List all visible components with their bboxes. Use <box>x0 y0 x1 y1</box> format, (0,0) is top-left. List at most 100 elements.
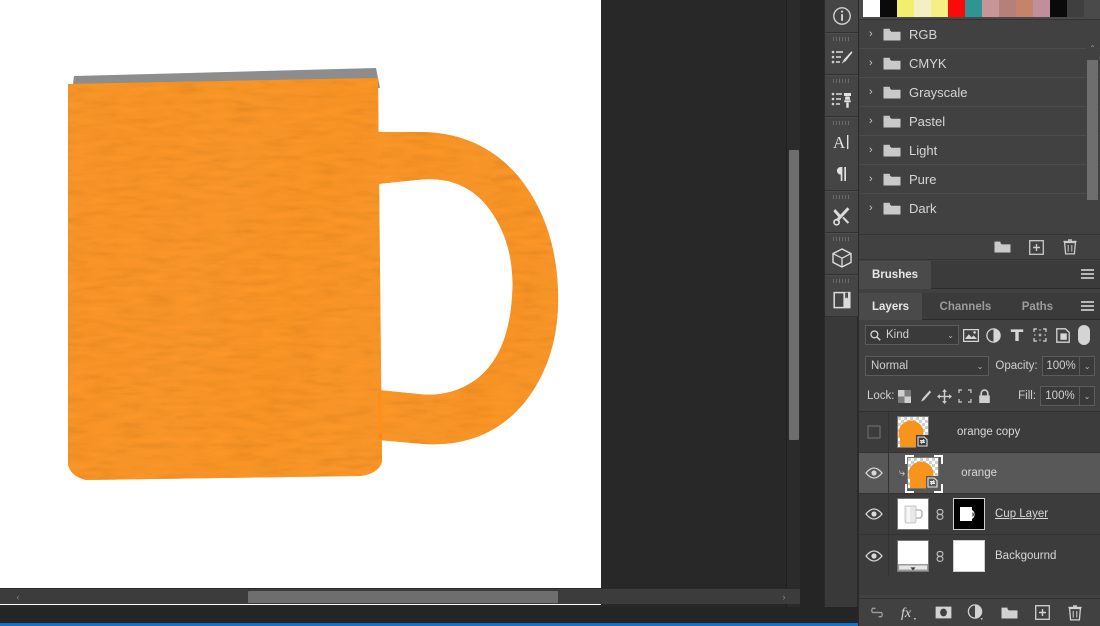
info-icon[interactable] <box>825 0 859 32</box>
layer-visibility-toggle[interactable] <box>859 535 889 576</box>
layer-row-orange[interactable]: ⤷ orange <box>859 452 1100 494</box>
filter-toggle-switch[interactable] <box>1078 325 1090 345</box>
swatch-4[interactable] <box>931 0 948 17</box>
document-canvas[interactable] <box>0 0 601 605</box>
filter-smartobject-icon[interactable] <box>1051 324 1074 346</box>
opacity-slider-caret-icon[interactable]: ⌄ <box>1080 356 1095 376</box>
mask-link-icon[interactable] <box>935 507 947 521</box>
adjustment-layer-button[interactable] <box>966 603 986 623</box>
horizontal-scroll-thumb[interactable] <box>248 591 558 603</box>
swatches-scroll-thumb[interactable] <box>1087 60 1098 200</box>
layer-name[interactable]: orange copy <box>957 426 1020 438</box>
link-layers-button[interactable] <box>867 603 887 623</box>
new-group-button[interactable] <box>993 238 1011 256</box>
clone-source-icon[interactable] <box>825 84 859 116</box>
scroll-left-arrow-icon[interactable]: ‹ <box>10 589 26 605</box>
layer-comps-icon[interactable] <box>825 284 859 316</box>
layer-mask-thumbnail[interactable] <box>953 498 985 530</box>
layer-mask-button[interactable] <box>933 603 953 623</box>
rail-group-info[interactable] <box>825 0 859 33</box>
opacity-value-field[interactable]: 100% <box>1041 356 1081 376</box>
lock-all-icon[interactable] <box>975 386 995 406</box>
swatch-group-list[interactable]: › RGB › CMYK › Grayscale › Pastel › Ligh… <box>859 19 1100 234</box>
scroll-right-arrow-icon[interactable]: › <box>776 589 792 605</box>
swatches-scrollbar[interactable]: ⌃ ⌄ <box>1086 42 1099 234</box>
swatch-2[interactable] <box>897 0 914 17</box>
layer-thumbnails[interactable] <box>903 455 944 493</box>
swatch-1[interactable] <box>880 0 897 17</box>
layer-mask-thumbnail[interactable] <box>953 539 985 572</box>
filter-kind-dropdown[interactable]: Kind ⌄ <box>865 325 959 345</box>
swatch-12[interactable] <box>1067 0 1084 17</box>
chevron-right-icon[interactable]: › <box>869 86 883 98</box>
layer-thumbnail[interactable] <box>897 539 929 572</box>
layers-panel-tabbar[interactable]: Layers Channels Paths <box>859 293 1100 320</box>
chevron-down-icon[interactable]: ⌄ <box>947 331 954 340</box>
swatch-group-grayscale[interactable]: › Grayscale <box>859 78 1100 107</box>
swatch-5[interactable] <box>948 0 965 17</box>
chevron-right-icon[interactable]: › <box>869 144 883 156</box>
swatch-group-cmyk[interactable]: › CMYK <box>859 49 1100 78</box>
layer-visibility-toggle[interactable] <box>859 452 889 494</box>
chevron-down-icon[interactable]: ⌄ <box>977 362 984 371</box>
swatch-3[interactable] <box>914 0 931 17</box>
tab-brushes[interactable]: Brushes <box>859 261 932 289</box>
rail-group-clone[interactable] <box>825 75 859 117</box>
swatch-group-pastel[interactable]: › Pastel <box>859 107 1100 136</box>
layer-thumbnail[interactable] <box>897 498 929 530</box>
brush-presets-icon[interactable] <box>825 42 859 74</box>
new-layer-button[interactable] <box>1032 603 1052 623</box>
swatch-7[interactable] <box>982 0 999 17</box>
brushes-panel-tabbar[interactable]: Brushes <box>859 261 1100 289</box>
paragraph-icon[interactable] <box>825 158 859 190</box>
chevron-right-icon[interactable]: › <box>869 203 883 214</box>
swatch-11[interactable] <box>1050 0 1067 17</box>
chevron-right-icon[interactable]: › <box>869 173 883 185</box>
swatch-6[interactable] <box>965 0 982 17</box>
layer-row-cup-layer[interactable]: Cup Layer <box>859 493 1100 535</box>
layer-thumbnails[interactable] <box>889 498 985 530</box>
lock-position-icon[interactable] <box>935 386 955 406</box>
layer-name[interactable]: Cup Layer <box>995 508 1048 520</box>
character-icon[interactable]: A <box>825 126 859 158</box>
swatch-group-pure[interactable]: › Pure <box>859 165 1100 194</box>
layer-thumbnails[interactable] <box>889 416 929 448</box>
rail-group-layer-comps[interactable] <box>825 275 859 317</box>
layer-thumbnail[interactable] <box>905 455 944 493</box>
swatch-9[interactable] <box>1016 0 1033 17</box>
rail-group-3d[interactable] <box>825 233 859 275</box>
layer-row-background[interactable]: Backgournd <box>859 535 1100 576</box>
filter-pixel-icon[interactable] <box>959 324 982 346</box>
layer-thumbnail[interactable] <box>897 416 929 448</box>
filter-adjustment-icon[interactable] <box>982 324 1005 346</box>
layer-thumbnails[interactable] <box>889 539 985 572</box>
layer-visibility-toggle[interactable] <box>859 493 889 535</box>
brushes-panel-menu-icon[interactable] <box>1081 269 1094 280</box>
canvas-horizontal-scrollbar[interactable]: ‹ › <box>0 588 800 604</box>
layers-panel-menu-icon[interactable] <box>1081 301 1094 312</box>
layer-row-orange-copy[interactable]: orange copy <box>859 411 1100 453</box>
vertical-scroll-thumb[interactable] <box>789 150 799 440</box>
rail-group-brush[interactable] <box>825 33 859 75</box>
new-group-button[interactable] <box>999 603 1019 623</box>
tool-presets-icon[interactable] <box>825 200 859 232</box>
chevron-right-icon[interactable]: › <box>869 28 883 40</box>
layer-list[interactable]: orange copy ⤷ orange Cup Layer Backgourn… <box>859 411 1100 595</box>
canvas-workspace[interactable]: ⌄ ‹ › <box>0 0 800 607</box>
filter-shape-icon[interactable] <box>1028 324 1051 346</box>
layer-blend-row[interactable]: Normal ⌄ Opacity: 100% ⌄ <box>859 352 1100 380</box>
swatch-8[interactable] <box>999 0 1016 17</box>
fill-value-field[interactable]: 100% <box>1040 386 1080 406</box>
tab-channels[interactable]: Channels <box>927 293 1005 320</box>
lock-transparent-pixels-icon[interactable] <box>895 386 915 406</box>
swatch-0[interactable] <box>863 0 880 17</box>
swatch-10[interactable] <box>1033 0 1050 17</box>
rail-group-tool-presets[interactable] <box>825 191 859 233</box>
filter-type-icon[interactable] <box>1005 324 1028 346</box>
fill-slider-caret-icon[interactable]: ⌄ <box>1080 386 1095 406</box>
delete-layer-button[interactable] <box>1065 603 1085 623</box>
lock-image-pixels-icon[interactable] <box>915 386 935 406</box>
swatch-group-light[interactable]: › Light <box>859 136 1100 165</box>
scroll-up-arrow-icon[interactable]: ⌃ <box>1086 42 1099 56</box>
layer-lock-row[interactable]: Lock: Fill: 100% ⌄ <box>859 382 1100 410</box>
